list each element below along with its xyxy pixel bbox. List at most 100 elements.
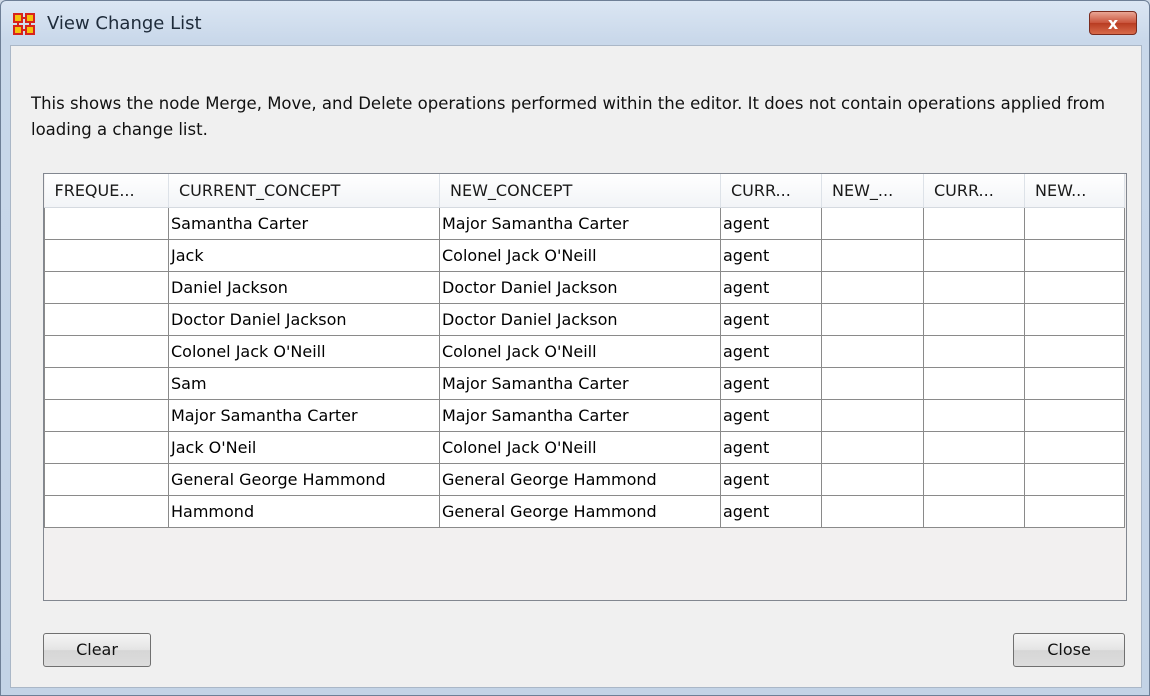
close-button[interactable]: Close <box>1013 633 1125 667</box>
table-cell[interactable] <box>923 495 1025 528</box>
table-cell[interactable]: agent <box>720 495 822 528</box>
table-cell[interactable]: General George Hammond <box>439 463 721 496</box>
table-cell[interactable]: agent <box>720 271 822 304</box>
table-cell[interactable]: agent <box>720 399 822 432</box>
table-cell[interactable] <box>44 303 169 336</box>
window-close-button[interactable]: x <box>1089 11 1137 35</box>
table-cell[interactable]: Colonel Jack O'Neill <box>439 239 721 272</box>
table-row[interactable]: Jack O'Neil Colonel Jack O'Neill agent <box>44 431 1125 464</box>
dialog-body: This shows the node Merge, Move, and Del… <box>10 45 1142 688</box>
table-cell[interactable]: Hammond <box>168 495 440 528</box>
table-cell[interactable] <box>821 271 924 304</box>
table-cell[interactable] <box>44 367 169 400</box>
table-cell[interactable] <box>1024 367 1125 400</box>
table-cell[interactable] <box>923 399 1025 432</box>
table-cell[interactable] <box>1024 399 1125 432</box>
table-cell[interactable]: agent <box>720 303 822 336</box>
table-cell[interactable] <box>44 207 169 240</box>
table-cell[interactable]: agent <box>720 431 822 464</box>
table-row[interactable]: Hammond General George Hammond agent <box>44 495 1125 528</box>
table-cell[interactable] <box>821 239 924 272</box>
table-cell[interactable] <box>1024 239 1125 272</box>
table-cell[interactable] <box>1024 271 1125 304</box>
title-bar[interactable]: View Change List x <box>1 1 1149 47</box>
table-cell[interactable]: Major Samantha Carter <box>439 367 721 400</box>
table-row[interactable]: Jack Colonel Jack O'Neill agent <box>44 239 1125 272</box>
table-cell[interactable]: Doctor Daniel Jackson <box>439 303 721 336</box>
column-header[interactable]: CURR... <box>720 174 822 208</box>
table-cell[interactable] <box>44 431 169 464</box>
table-cell[interactable]: General George Hammond <box>439 495 721 528</box>
table-cell[interactable]: Daniel Jackson <box>168 271 440 304</box>
table-cell[interactable] <box>923 463 1025 496</box>
table-cell[interactable] <box>923 239 1025 272</box>
table-cell[interactable] <box>44 495 169 528</box>
table-cell[interactable]: Sam <box>168 367 440 400</box>
column-header[interactable]: NEW_CONCEPT <box>439 174 721 208</box>
table-cell[interactable] <box>44 239 169 272</box>
table-cell[interactable] <box>821 335 924 368</box>
table-row[interactable]: Sam Major Samantha Carter agent <box>44 367 1125 400</box>
column-header[interactable]: CURR... <box>923 174 1025 208</box>
table-cell[interactable]: Samantha Carter <box>168 207 440 240</box>
table-row[interactable]: Colonel Jack O'Neill Colonel Jack O'Neil… <box>44 335 1125 368</box>
table-cell[interactable]: Jack O'Neil <box>168 431 440 464</box>
table-cell[interactable] <box>821 463 924 496</box>
table-cell[interactable] <box>1024 463 1125 496</box>
table-row[interactable]: Doctor Daniel Jackson Doctor Daniel Jack… <box>44 303 1125 336</box>
table-cell[interactable]: Major Samantha Carter <box>168 399 440 432</box>
table-cell[interactable] <box>923 335 1025 368</box>
table-row[interactable]: General George Hammond General George Ha… <box>44 463 1125 496</box>
description-text: This shows the node Merge, Move, and Del… <box>31 94 1106 139</box>
change-list-table: FREQUE... CURRENT_CONCEPT NEW_CONCEPT CU… <box>44 174 1125 528</box>
table-cell[interactable]: Colonel Jack O'Neill <box>168 335 440 368</box>
table-cell[interactable] <box>821 431 924 464</box>
table-cell[interactable] <box>1024 495 1125 528</box>
table-cell[interactable]: General George Hammond <box>168 463 440 496</box>
table-cell[interactable] <box>821 495 924 528</box>
table-cell[interactable] <box>1024 303 1125 336</box>
table-cell[interactable] <box>44 271 169 304</box>
table-row[interactable]: Major Samantha Carter Major Samantha Car… <box>44 399 1125 432</box>
change-list-table-container[interactable]: FREQUE... CURRENT_CONCEPT NEW_CONCEPT CU… <box>43 173 1127 601</box>
network-nodes-icon <box>13 13 35 35</box>
table-cell[interactable]: Doctor Daniel Jackson <box>168 303 440 336</box>
table-cell[interactable] <box>1024 207 1125 240</box>
clear-button[interactable]: Clear <box>43 633 151 667</box>
table-cell[interactable]: agent <box>720 335 822 368</box>
window-title: View Change List <box>47 13 202 34</box>
table-cell[interactable] <box>923 271 1025 304</box>
view-change-list-dialog: View Change List x This shows the node M… <box>0 0 1150 696</box>
table-cell[interactable] <box>44 399 169 432</box>
table-cell[interactable]: Major Samantha Carter <box>439 207 721 240</box>
table-cell[interactable] <box>923 303 1025 336</box>
table-cell[interactable] <box>44 335 169 368</box>
column-header[interactable]: FREQUE... <box>44 174 169 208</box>
table-cell[interactable] <box>1024 335 1125 368</box>
table-row[interactable]: Samantha Carter Major Samantha Carter ag… <box>44 207 1125 240</box>
close-icon: x <box>1107 14 1119 33</box>
table-cell[interactable]: agent <box>720 367 822 400</box>
table-cell[interactable] <box>923 367 1025 400</box>
column-header[interactable]: NEW_... <box>821 174 924 208</box>
table-cell[interactable] <box>821 207 924 240</box>
table-cell[interactable] <box>1024 431 1125 464</box>
table-cell[interactable]: agent <box>720 463 822 496</box>
table-cell[interactable] <box>821 303 924 336</box>
table-header-row: FREQUE... CURRENT_CONCEPT NEW_CONCEPT CU… <box>44 174 1125 208</box>
table-cell[interactable]: Jack <box>168 239 440 272</box>
table-cell[interactable] <box>821 399 924 432</box>
table-cell[interactable] <box>923 431 1025 464</box>
table-cell[interactable] <box>821 367 924 400</box>
table-cell[interactable]: Colonel Jack O'Neill <box>439 335 721 368</box>
column-header[interactable]: NEW... <box>1024 174 1125 208</box>
table-cell[interactable]: agent <box>720 207 822 240</box>
table-cell[interactable] <box>44 463 169 496</box>
column-header[interactable]: CURRENT_CONCEPT <box>168 174 440 208</box>
table-cell[interactable]: Major Samantha Carter <box>439 399 721 432</box>
table-cell[interactable]: Colonel Jack O'Neill <box>439 431 721 464</box>
table-cell[interactable]: agent <box>720 239 822 272</box>
table-cell[interactable]: Doctor Daniel Jackson <box>439 271 721 304</box>
table-cell[interactable] <box>923 207 1025 240</box>
table-row[interactable]: Daniel Jackson Doctor Daniel Jackson age… <box>44 271 1125 304</box>
